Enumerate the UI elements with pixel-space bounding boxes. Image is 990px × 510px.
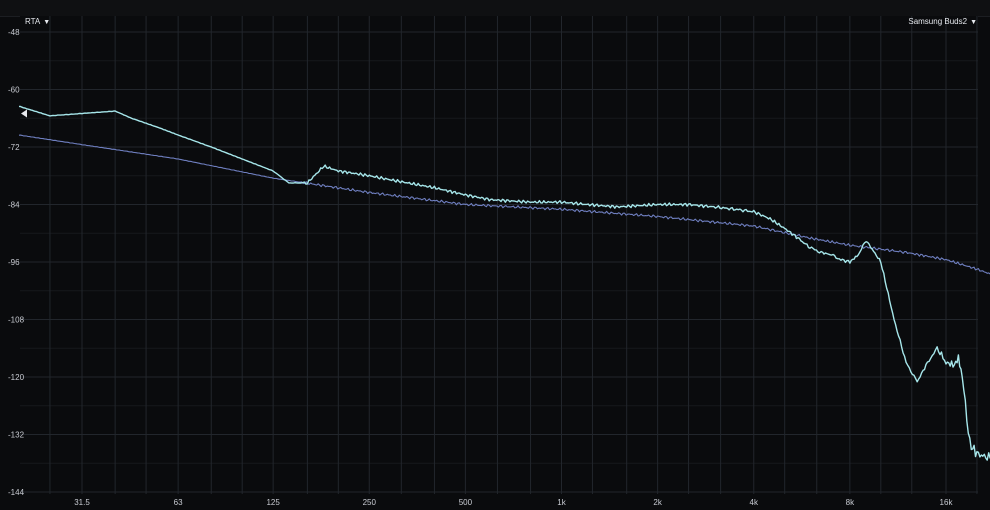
y-tick-label: -84 [8,201,20,210]
x-tick-label: 16k [940,498,954,507]
x-tick-label: 250 [363,498,377,507]
caret-down-icon: ▼ [970,19,977,26]
y-tick-label: -60 [8,86,20,95]
y-tick-label: -132 [8,431,25,440]
x-tick-label: 1k [557,498,566,507]
y-tick-label: -48 [8,28,20,37]
x-tick-label: 4k [750,498,759,507]
rta-mode-label: RTA [25,17,41,26]
x-axis-ticks: 31.5 63 125 250 500 1k 2k 4k 8k 16k [74,498,953,507]
y-tick-label: -72 [8,143,20,152]
x-tick-label: 8k [846,498,855,507]
rta-analyzer-window: -48 -60 -72 -84 -96 -108 -120 -132 -144 31.5 63 12… [0,0,990,510]
device-dropdown[interactable]: Samsung Buds2 ▼ [908,17,977,28]
y-tick-label: -120 [8,373,25,382]
x-tick-label: 500 [459,498,473,507]
x-tick-label: 63 [174,498,183,507]
y-tick-label: -108 [8,316,25,325]
x-tick-label: 125 [266,498,280,507]
x-tick-label: 31.5 [74,498,90,507]
y-tick-label: -96 [8,258,20,267]
device-label: Samsung Buds2 [908,17,968,26]
caret-down-icon: ▼ [43,19,51,26]
x-tick-label: 2k [653,498,662,507]
rta-chart: -48 -60 -72 -84 -96 -108 -120 -132 -144 31.5 63 12… [8,16,990,507]
rta-mode-dropdown[interactable]: RTA ▼ [25,17,50,28]
y-tick-label: -144 [8,488,25,497]
